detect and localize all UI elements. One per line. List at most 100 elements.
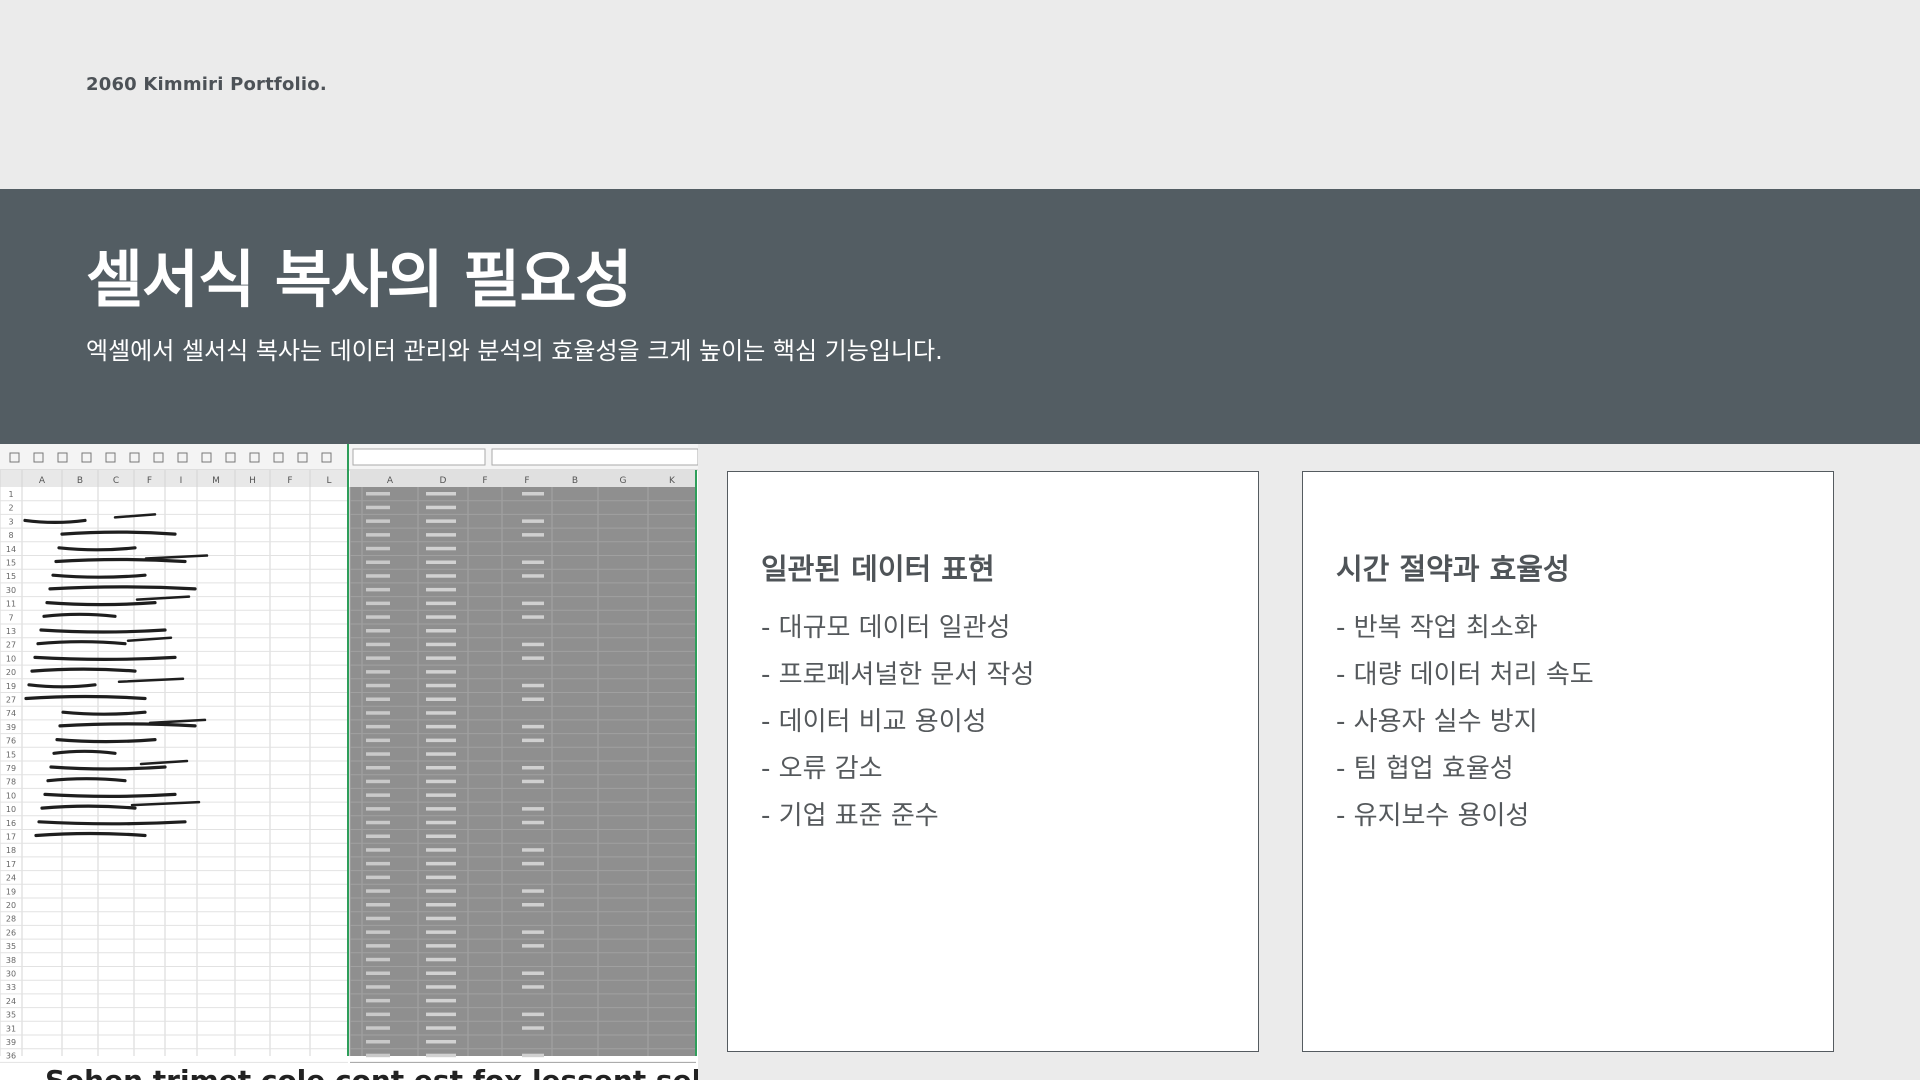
row-number: 17: [6, 860, 16, 869]
list-item: - 유지보수 용이성: [1336, 801, 1530, 831]
row-number: 10: [6, 654, 16, 663]
cell-text-mark: [522, 642, 544, 647]
card-efficiency: 시간 절약과 효율성 - 반복 작업 최소화 - 대량 데이터 처리 속도 - …: [1302, 471, 1834, 1052]
cell-text-mark: [426, 807, 456, 811]
cell-text-mark: [366, 724, 390, 729]
card-list: - 반복 작업 최소화 - 대량 데이터 처리 속도 - 사용자 실수 방지 -…: [1336, 605, 1594, 840]
redaction-stroke: [51, 573, 147, 579]
page-subtitle: 엑셀에서 셀서식 복사는 데이터 관리와 분석의 효율성을 크게 높이는 핵심 …: [86, 337, 943, 365]
cell-text-mark: [522, 985, 544, 989]
cell-text-mark: [426, 971, 456, 975]
cell-text-mark: [366, 642, 390, 647]
row-number: 8: [8, 531, 13, 540]
cell-text-mark: [426, 656, 456, 660]
cell-text-mark: [426, 724, 456, 729]
cell-text-mark: [426, 738, 456, 743]
cell-text-mark: [366, 944, 390, 948]
row-number: 1: [8, 490, 13, 499]
cell-text-mark: [522, 533, 544, 537]
page-title: 셀서식 복사의 필요성: [86, 243, 633, 316]
redaction-stroke: [45, 601, 157, 607]
cell-text-mark: [426, 752, 456, 756]
cell-text-mark: [366, 807, 390, 811]
row-number: 30: [6, 970, 16, 979]
cell-text-mark: [426, 1012, 456, 1017]
redaction-stroke: [52, 749, 117, 755]
cell-text-mark: [426, 601, 456, 606]
cell-text-mark: [426, 629, 456, 633]
cell-text-mark: [366, 629, 390, 633]
row-number: 18: [6, 846, 16, 855]
column-label: B: [572, 476, 578, 486]
row-number: 74: [6, 709, 16, 718]
row-number: 35: [6, 942, 16, 951]
screenshot-caption: Sehen trimet cole cont est fox lessent s…: [45, 1064, 698, 1080]
cell-text-mark: [366, 560, 390, 564]
list-item: - 사용자 실수 방지: [1336, 707, 1538, 737]
row-number: 28: [6, 915, 16, 924]
row-number: 19: [6, 887, 16, 896]
cell-text-mark: [366, 1026, 390, 1030]
column-label: A: [39, 476, 46, 486]
column-label: L: [326, 476, 331, 486]
cell-text-mark: [426, 903, 456, 907]
cell-text-mark: [522, 615, 544, 619]
row-number: 26: [6, 928, 16, 937]
column-label: I: [180, 476, 183, 486]
cell-text-mark: [366, 656, 390, 660]
column-label: F: [524, 476, 529, 486]
cell-text-mark: [426, 683, 456, 688]
list-item: - 반복 작업 최소화: [1336, 613, 1538, 643]
redaction-stroke: [48, 585, 197, 591]
cell-text-mark: [366, 546, 390, 551]
cell-text-mark: [522, 903, 544, 907]
list-item: - 기업 표준 준수: [761, 801, 939, 831]
cell-text-mark: [522, 807, 544, 811]
cell-text-mark: [522, 861, 544, 866]
column-label: H: [249, 476, 256, 486]
cell-text-mark: [426, 944, 456, 948]
card-list: - 대규모 데이터 일관성 - 프로페셔널한 문서 작성 - 데이터 비교 용이…: [761, 605, 1034, 840]
redaction-stroke: [55, 738, 157, 744]
cell-text-mark: [426, 916, 456, 921]
row-number: 27: [6, 641, 16, 650]
cell-text-mark: [522, 1026, 544, 1030]
column-label: D: [440, 476, 447, 486]
cell-text-mark: [366, 1040, 390, 1044]
cell-text-mark: [366, 930, 390, 934]
cell-text-mark: [366, 505, 390, 510]
row-number: 20: [6, 901, 16, 910]
redaction-stroke: [49, 765, 167, 771]
cell-text-mark: [426, 615, 456, 619]
cell-text-mark: [366, 889, 390, 893]
row-number: 11: [6, 600, 16, 609]
column-label: A: [387, 476, 394, 486]
column-label: B: [77, 476, 83, 486]
cell-text-mark: [426, 793, 456, 797]
cell-text-mark: [426, 820, 456, 825]
cell-text-mark: [366, 971, 390, 975]
row-number: 14: [6, 545, 16, 554]
cell-text-mark: [426, 1040, 456, 1044]
cell-text-mark: [426, 505, 456, 510]
brand-title: 2060 Kimmiri Portfolio.: [86, 74, 327, 95]
card-title: 일관된 데이터 표현: [761, 552, 995, 586]
cell-text-mark: [426, 587, 456, 592]
search-box: [491, 448, 698, 466]
cell-text-mark: [522, 1053, 544, 1058]
redaction-stroke: [23, 518, 87, 524]
list-item: - 데이터 비교 용이성: [761, 707, 987, 737]
cell-text-mark: [366, 861, 390, 866]
cell-text-mark: [522, 697, 544, 701]
row-number: 31: [6, 1024, 16, 1033]
cell-text-mark: [426, 560, 456, 564]
cell-text-mark: [366, 793, 390, 797]
cell-text-mark: [366, 615, 390, 619]
cell-text-mark: [366, 916, 390, 921]
row-number: 13: [6, 627, 16, 636]
cell-text-mark: [426, 546, 456, 551]
row-number: 15: [6, 750, 16, 759]
row-number: 3: [8, 517, 13, 526]
cell-text-mark: [426, 697, 456, 701]
row-number: 19: [6, 682, 16, 691]
